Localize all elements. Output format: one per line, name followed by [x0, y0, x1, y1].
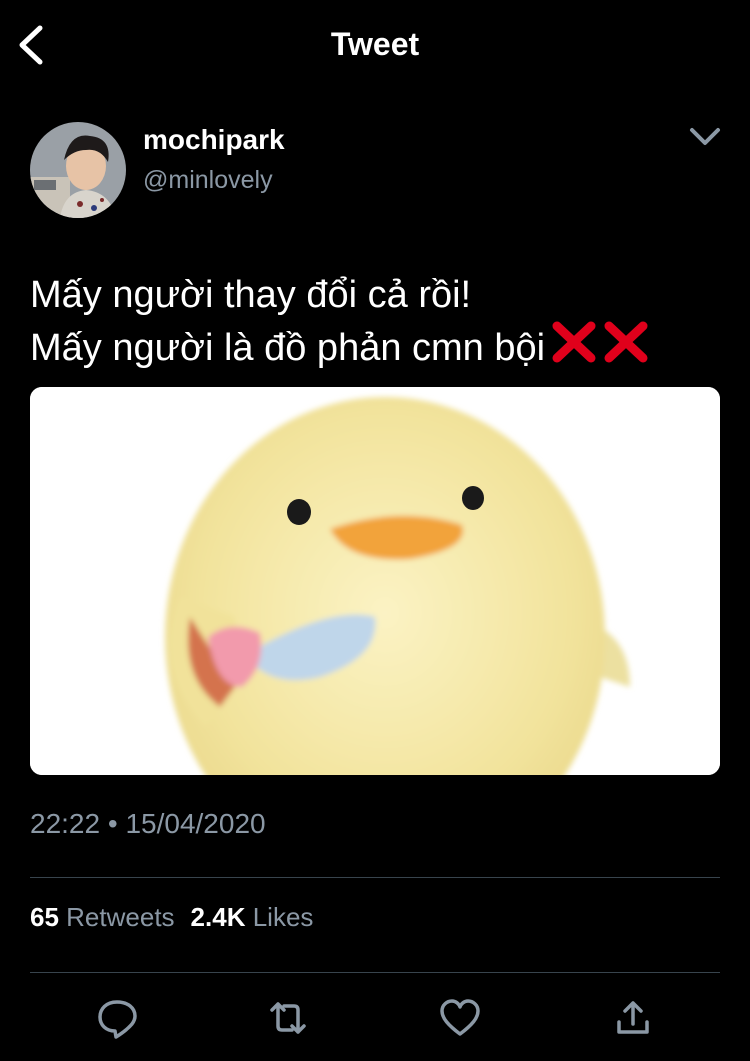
like-icon[interactable] [438, 996, 482, 1040]
divider [30, 877, 720, 878]
likes-count: 2.4K [190, 902, 246, 932]
avatar[interactable] [30, 122, 126, 218]
tweet-text: Mấy người thay đổi cả rồi! Mấy người là … [30, 270, 720, 373]
author-handle[interactable]: @minlovely [143, 166, 273, 195]
page-title: Tweet [330, 26, 420, 62]
chevron-down-icon[interactable] [686, 122, 724, 152]
tweet-timestamp[interactable]: 22:22 • 15/04/2020 [30, 808, 266, 840]
reply-icon[interactable] [95, 996, 139, 1040]
tweet-line: Mấy người thay đổi cả rồi! [30, 274, 472, 316]
top-bar: Tweet [0, 0, 750, 90]
retweets-stat[interactable]: 65 Retweets [30, 902, 175, 932]
tweet-date: 15/04/2020 [125, 808, 266, 839]
share-icon[interactable] [611, 996, 655, 1040]
retweet-icon[interactable] [266, 996, 310, 1040]
tweet-media-image[interactable] [30, 387, 720, 775]
retweets-label: Retweets [66, 902, 175, 932]
tweet-line: Mấy người là đồ phản cmn bội [30, 327, 546, 369]
retweets-count: 65 [30, 902, 59, 932]
likes-label: Likes [252, 902, 314, 932]
tweet-time: 22:22 [30, 808, 101, 839]
author-name[interactable]: mochipark [143, 124, 285, 156]
tweet-line-with-emoji: Mấy người là đồ phản cmn bội [30, 320, 720, 373]
tweet-stats: 65 Retweets 2.4K Likes [30, 902, 313, 933]
likes-stat[interactable]: 2.4K Likes [191, 902, 314, 932]
cross-mark-icon [552, 321, 648, 363]
divider [30, 972, 720, 973]
meta-separator: • [107, 808, 118, 839]
